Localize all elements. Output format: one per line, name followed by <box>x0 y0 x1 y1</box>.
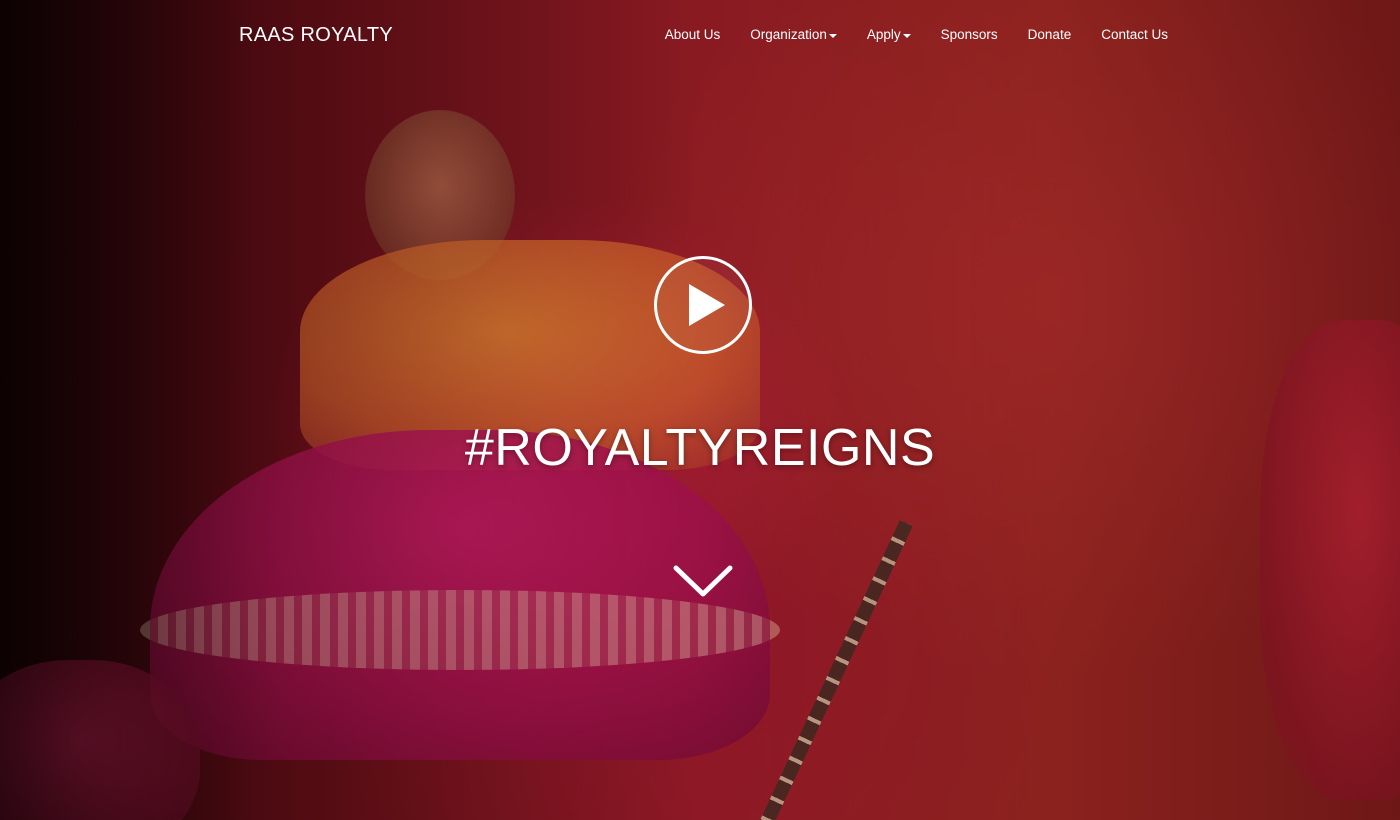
hero-section: RAAS ROYALTY About Us Organization Apply… <box>0 0 1400 820</box>
nav-menu: About Us Organization Apply Sponsors Don… <box>635 26 1168 44</box>
nav-link-organization[interactable]: Organization <box>750 27 837 42</box>
nav-item-donate: Donate <box>1028 26 1072 44</box>
nav-link-label: Apply <box>866 27 901 42</box>
navbar: RAAS ROYALTY About Us Organization Apply… <box>0 0 1400 72</box>
play-icon <box>689 284 725 326</box>
nav-link-label: About Us <box>664 27 721 42</box>
caret-down-icon <box>902 33 911 38</box>
hero-headline: #ROYALTYREIGNS <box>464 419 936 477</box>
nav-link-label: Donate <box>1027 27 1072 42</box>
nav-link-contact-us[interactable]: Contact Us <box>1101 27 1168 42</box>
nav-link-sponsors[interactable]: Sponsors <box>941 27 998 42</box>
nav-item-about-us: About Us <box>665 26 721 44</box>
nav-item-sponsors: Sponsors <box>941 26 998 44</box>
nav-link-apply[interactable]: Apply <box>867 27 911 42</box>
brand-logo-link[interactable]: RAAS ROYALTY <box>239 24 393 47</box>
nav-link-about-us[interactable]: About Us <box>665 27 721 42</box>
scroll-down-button[interactable] <box>672 560 734 602</box>
nav-item-apply: Apply <box>867 26 911 44</box>
nav-link-donate[interactable]: Donate <box>1028 27 1072 42</box>
nav-item-organization: Organization <box>750 26 837 44</box>
caret-down-icon <box>828 33 837 38</box>
nav-item-contact-us: Contact Us <box>1101 26 1168 44</box>
background-photo <box>0 0 1400 820</box>
nav-link-label: Organization <box>750 27 827 42</box>
nav-link-label: Sponsors <box>940 27 998 42</box>
play-video-button[interactable] <box>654 256 752 354</box>
chevron-down-icon <box>673 565 733 597</box>
nav-link-label: Contact Us <box>1101 27 1168 42</box>
photo-vignette <box>0 0 1400 820</box>
